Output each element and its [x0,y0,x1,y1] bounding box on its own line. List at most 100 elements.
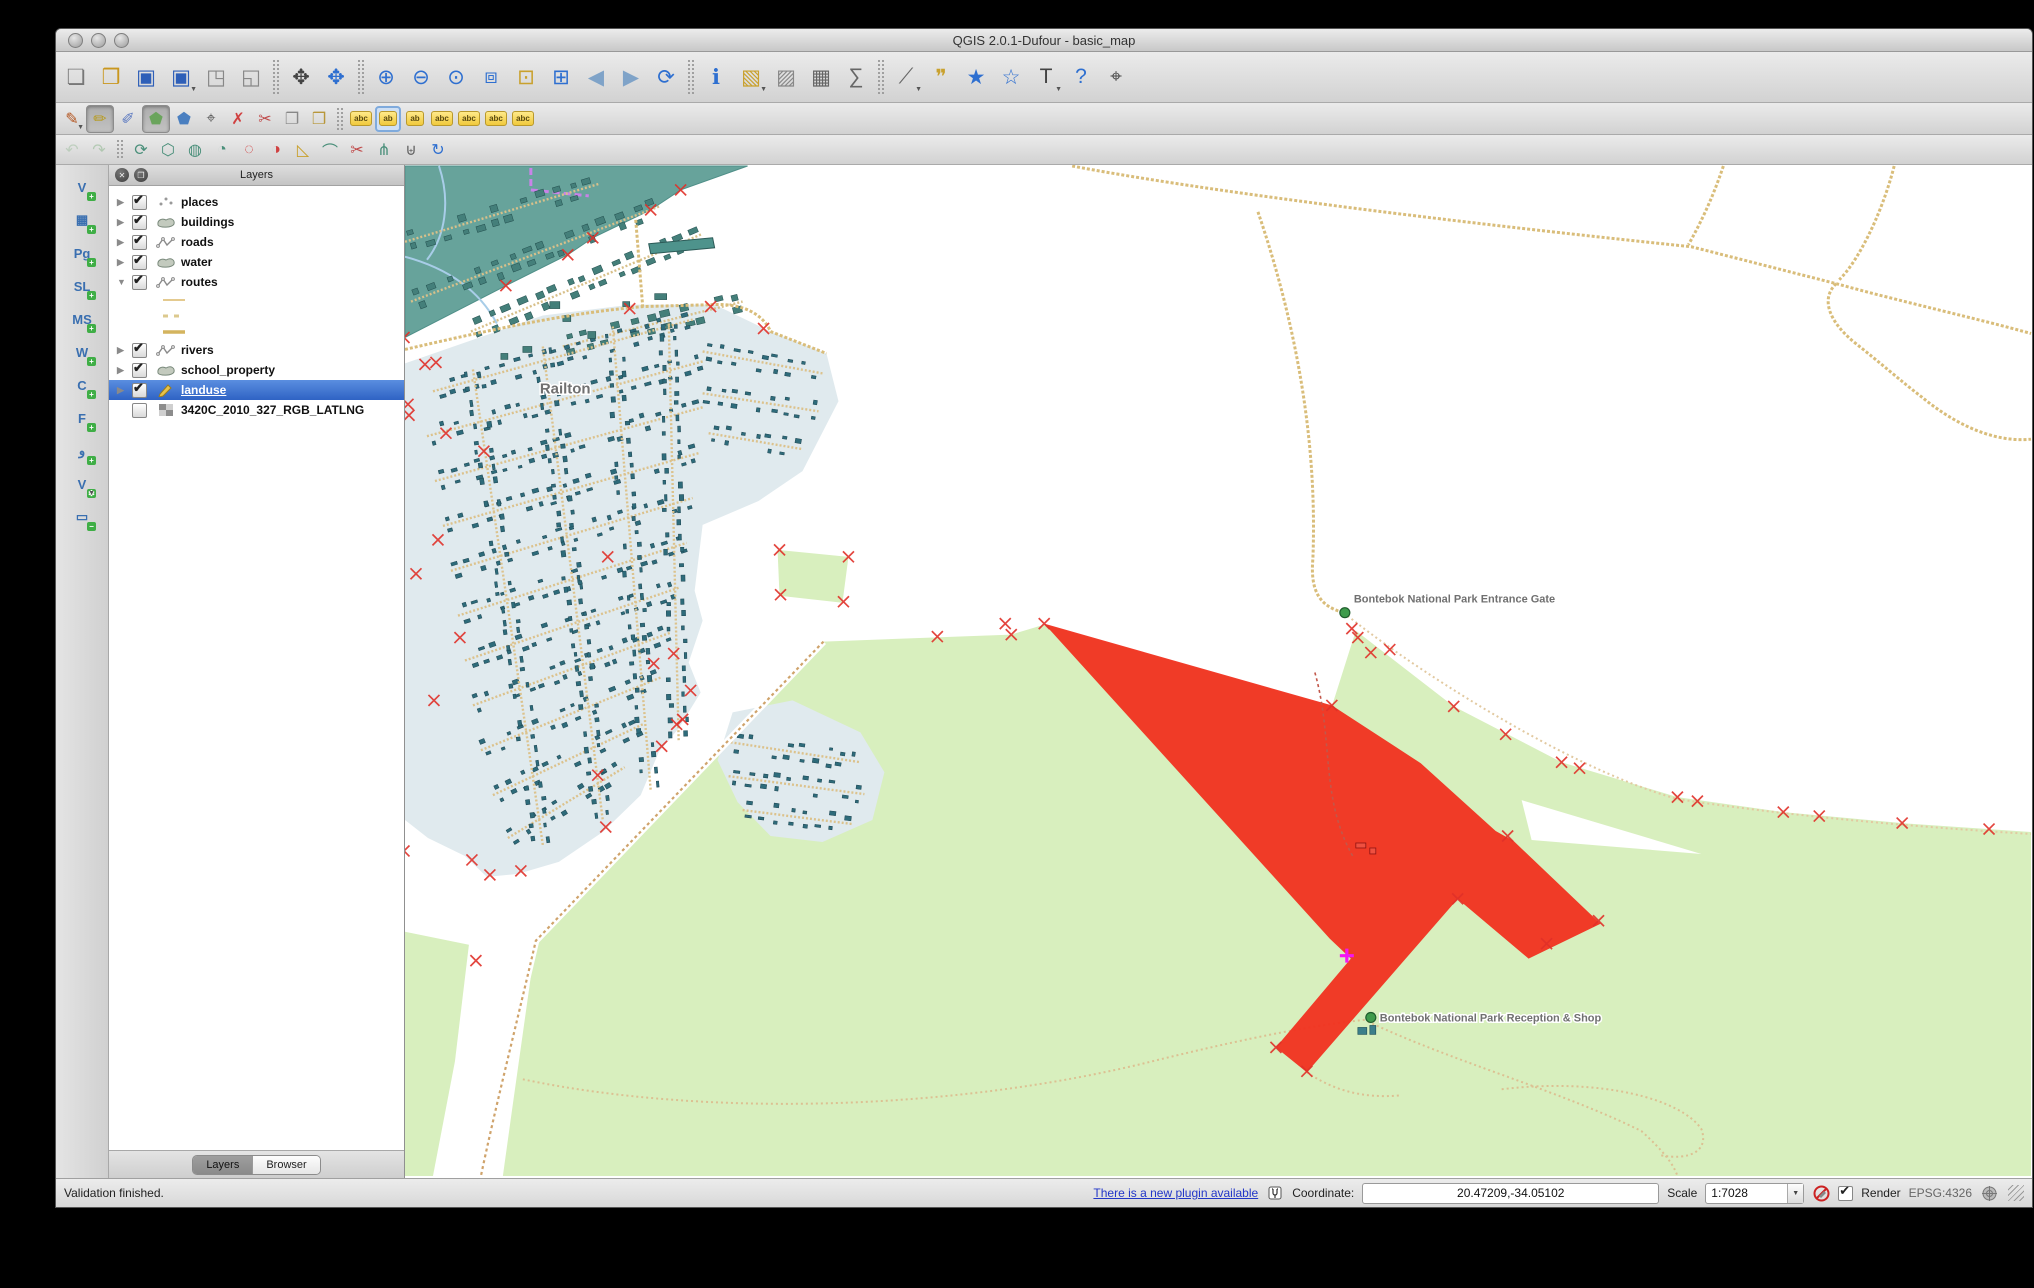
delete-selected-button[interactable]: ✗ [225,106,251,132]
add-wms-layer-button[interactable]: W+ [68,338,96,366]
plugin-link[interactable]: There is a new plugin available [1093,1186,1258,1200]
help-contents-button[interactable]: ? [1064,60,1098,94]
text-annotation-button[interactable]: T▼ [1029,60,1063,94]
add-postgis-layer-button[interactable]: Pg+ [68,239,96,267]
layer-visibility-checkbox[interactable] [132,383,147,398]
dropdown-arrow-icon[interactable]: ▼ [190,86,197,93]
zoom-to-selection-button[interactable]: ⊡ [509,60,543,94]
panel-tab-layers[interactable]: Layers [193,1156,253,1174]
show-hide-labels-button[interactable]: abc [456,106,482,132]
chevron-down-icon[interactable]: ▼ [1787,1184,1803,1203]
pan-to-selection-button[interactable]: ✥ [319,60,353,94]
new-shapefile-layer-button[interactable]: V✱▼ [68,470,96,498]
measure-line-button[interactable]: ⟋▼ [889,60,923,94]
layer-expand-icon[interactable]: ▶ [117,345,132,356]
layer-symbol-line-thin[interactable] [109,292,404,308]
stop-render-icon[interactable] [1812,1184,1830,1202]
add-feature-button[interactable]: ⬟ [142,105,170,133]
copy-features-button[interactable]: ❐ [279,106,305,132]
render-checkbox[interactable] [1838,1186,1853,1201]
highlight-pinned-labels-button[interactable]: abc [429,106,455,132]
zoom-full-button[interactable]: ⧈ [474,60,508,94]
refresh-map-button[interactable]: ⟳ [649,60,683,94]
move-feature-button[interactable]: ⬟ [171,106,197,132]
reshape-features-button[interactable]: ◺ [290,137,316,163]
change-label-properties-button[interactable]: abc [510,106,536,132]
layer-expand-icon[interactable]: ▶ [117,217,132,228]
layer-visibility-checkbox[interactable] [132,195,147,210]
layer-visibility-checkbox[interactable] [132,275,147,290]
add-spatialite-layer-button[interactable]: SL+ [68,272,96,300]
zoom-in-button[interactable]: ⊕ [369,60,403,94]
add-wcs-layer-button[interactable]: C+ [68,371,96,399]
layer-expand-icon[interactable]: ▼ [117,277,132,287]
layer-visibility-checkbox[interactable] [132,215,147,230]
new-bookmark-button[interactable]: ★ [959,60,993,94]
window-controls[interactable] [68,33,129,48]
delete-ring-button[interactable]: ◌ [236,137,262,163]
remove-layer-button[interactable]: ▭− [68,503,96,531]
add-wfs-layer-button[interactable]: F+ [68,404,96,432]
panel-tab-browser[interactable]: Browser [253,1156,319,1174]
identify-features-button[interactable]: ℹ [699,60,733,94]
dropdown-arrow-icon[interactable]: ▼ [915,86,922,93]
add-part-button[interactable]: ◔ [209,137,235,163]
layer-item-roads[interactable]: ▶roads [109,232,404,252]
layer-visibility-checkbox[interactable] [132,343,147,358]
minimize-window-button[interactable] [91,33,106,48]
add-mssql-layer-button[interactable]: MS+ [68,305,96,333]
layer-visibility-checkbox[interactable] [132,255,147,270]
layer-symbol-line-dashed[interactable] [109,308,404,324]
save-project-button[interactable]: ▣ [129,60,163,94]
split-parts-button[interactable]: ⋔ [371,137,397,163]
show-bookmarks-button[interactable]: ☆ [994,60,1028,94]
layer-visibility-checkbox[interactable] [132,363,147,378]
layer-expand-icon[interactable]: ▶ [117,365,132,376]
zoom-native-button[interactable]: ⊙ [439,60,473,94]
move-label-button[interactable]: ab [375,106,401,132]
map-svg[interactable]: RailtonBontebok National Park Entrance G… [405,165,2032,1178]
layer-item-3420C_2010_327_RGB_LATLNG[interactable]: 3420C_2010_327_RGB_LATLNG [109,400,404,420]
panel-close-icon[interactable]: ✕ [115,168,129,182]
zoom-last-button[interactable]: ◀ [579,60,613,94]
dropdown-arrow-icon[interactable]: ▼ [760,86,767,93]
layer-item-routes[interactable]: ▼routes [109,272,404,292]
layer-expand-icon[interactable]: ▶ [117,237,132,248]
delete-part-button[interactable]: ◑ [263,137,289,163]
add-delimited-text-layer-button[interactable]: و+ [68,437,96,465]
layer-item-school_property[interactable]: ▶school_property [109,360,404,380]
scale-combobox[interactable]: 1:7028 ▼ [1705,1183,1804,1204]
toggle-editing-button[interactable]: ✏ [86,105,114,133]
pin-unpin-labels-button[interactable]: ab [402,106,428,132]
dropdown-arrow-icon[interactable]: ▼ [88,490,95,497]
resize-grip-icon[interactable] [2008,1185,2024,1201]
rotate-label-button[interactable]: abc [483,106,509,132]
title-bar[interactable]: QGIS 2.0.1-Dufour - basic_map [56,29,2032,52]
undo-button[interactable]: ↶ [59,137,85,163]
poi-dot-icon[interactable] [1366,1012,1376,1022]
coordinate-input[interactable]: 20.47209,-34.05102 [1362,1183,1659,1204]
simplify-feature-button[interactable]: ⬡ [155,137,181,163]
layer-item-water[interactable]: ▶water [109,252,404,272]
paste-features-button[interactable]: ❒ [306,106,332,132]
close-window-button[interactable] [68,33,83,48]
dropdown-arrow-icon[interactable]: ▼ [1055,86,1062,93]
merge-features-button[interactable]: ⊎ [398,137,424,163]
labeling-options-button[interactable]: abc [348,106,374,132]
select-features-button[interactable]: ▧▼ [734,60,768,94]
zoom-window-button[interactable] [114,33,129,48]
layer-item-places[interactable]: ▶places [109,192,404,212]
layer-item-buildings[interactable]: ▶buildings [109,212,404,232]
cut-features-button[interactable]: ✂ [252,106,278,132]
redo-button[interactable]: ↷ [86,137,112,163]
layer-item-landuse[interactable]: ▶landuse [109,380,404,400]
open-project-button[interactable]: ❒ [94,60,128,94]
offset-curve-button[interactable]: ⌒ [317,137,343,163]
layer-expand-icon[interactable]: ▶ [117,257,132,268]
add-raster-layer-button[interactable]: ▦+ [68,206,96,234]
save-project-as-button[interactable]: ▣▼ [164,60,198,94]
open-attribute-table-button[interactable]: ▦ [804,60,838,94]
plugin-icon[interactable] [1266,1184,1284,1202]
deselect-features-button[interactable]: ▨ [769,60,803,94]
rotate-point-symbols-button[interactable]: ↻ [425,137,451,163]
